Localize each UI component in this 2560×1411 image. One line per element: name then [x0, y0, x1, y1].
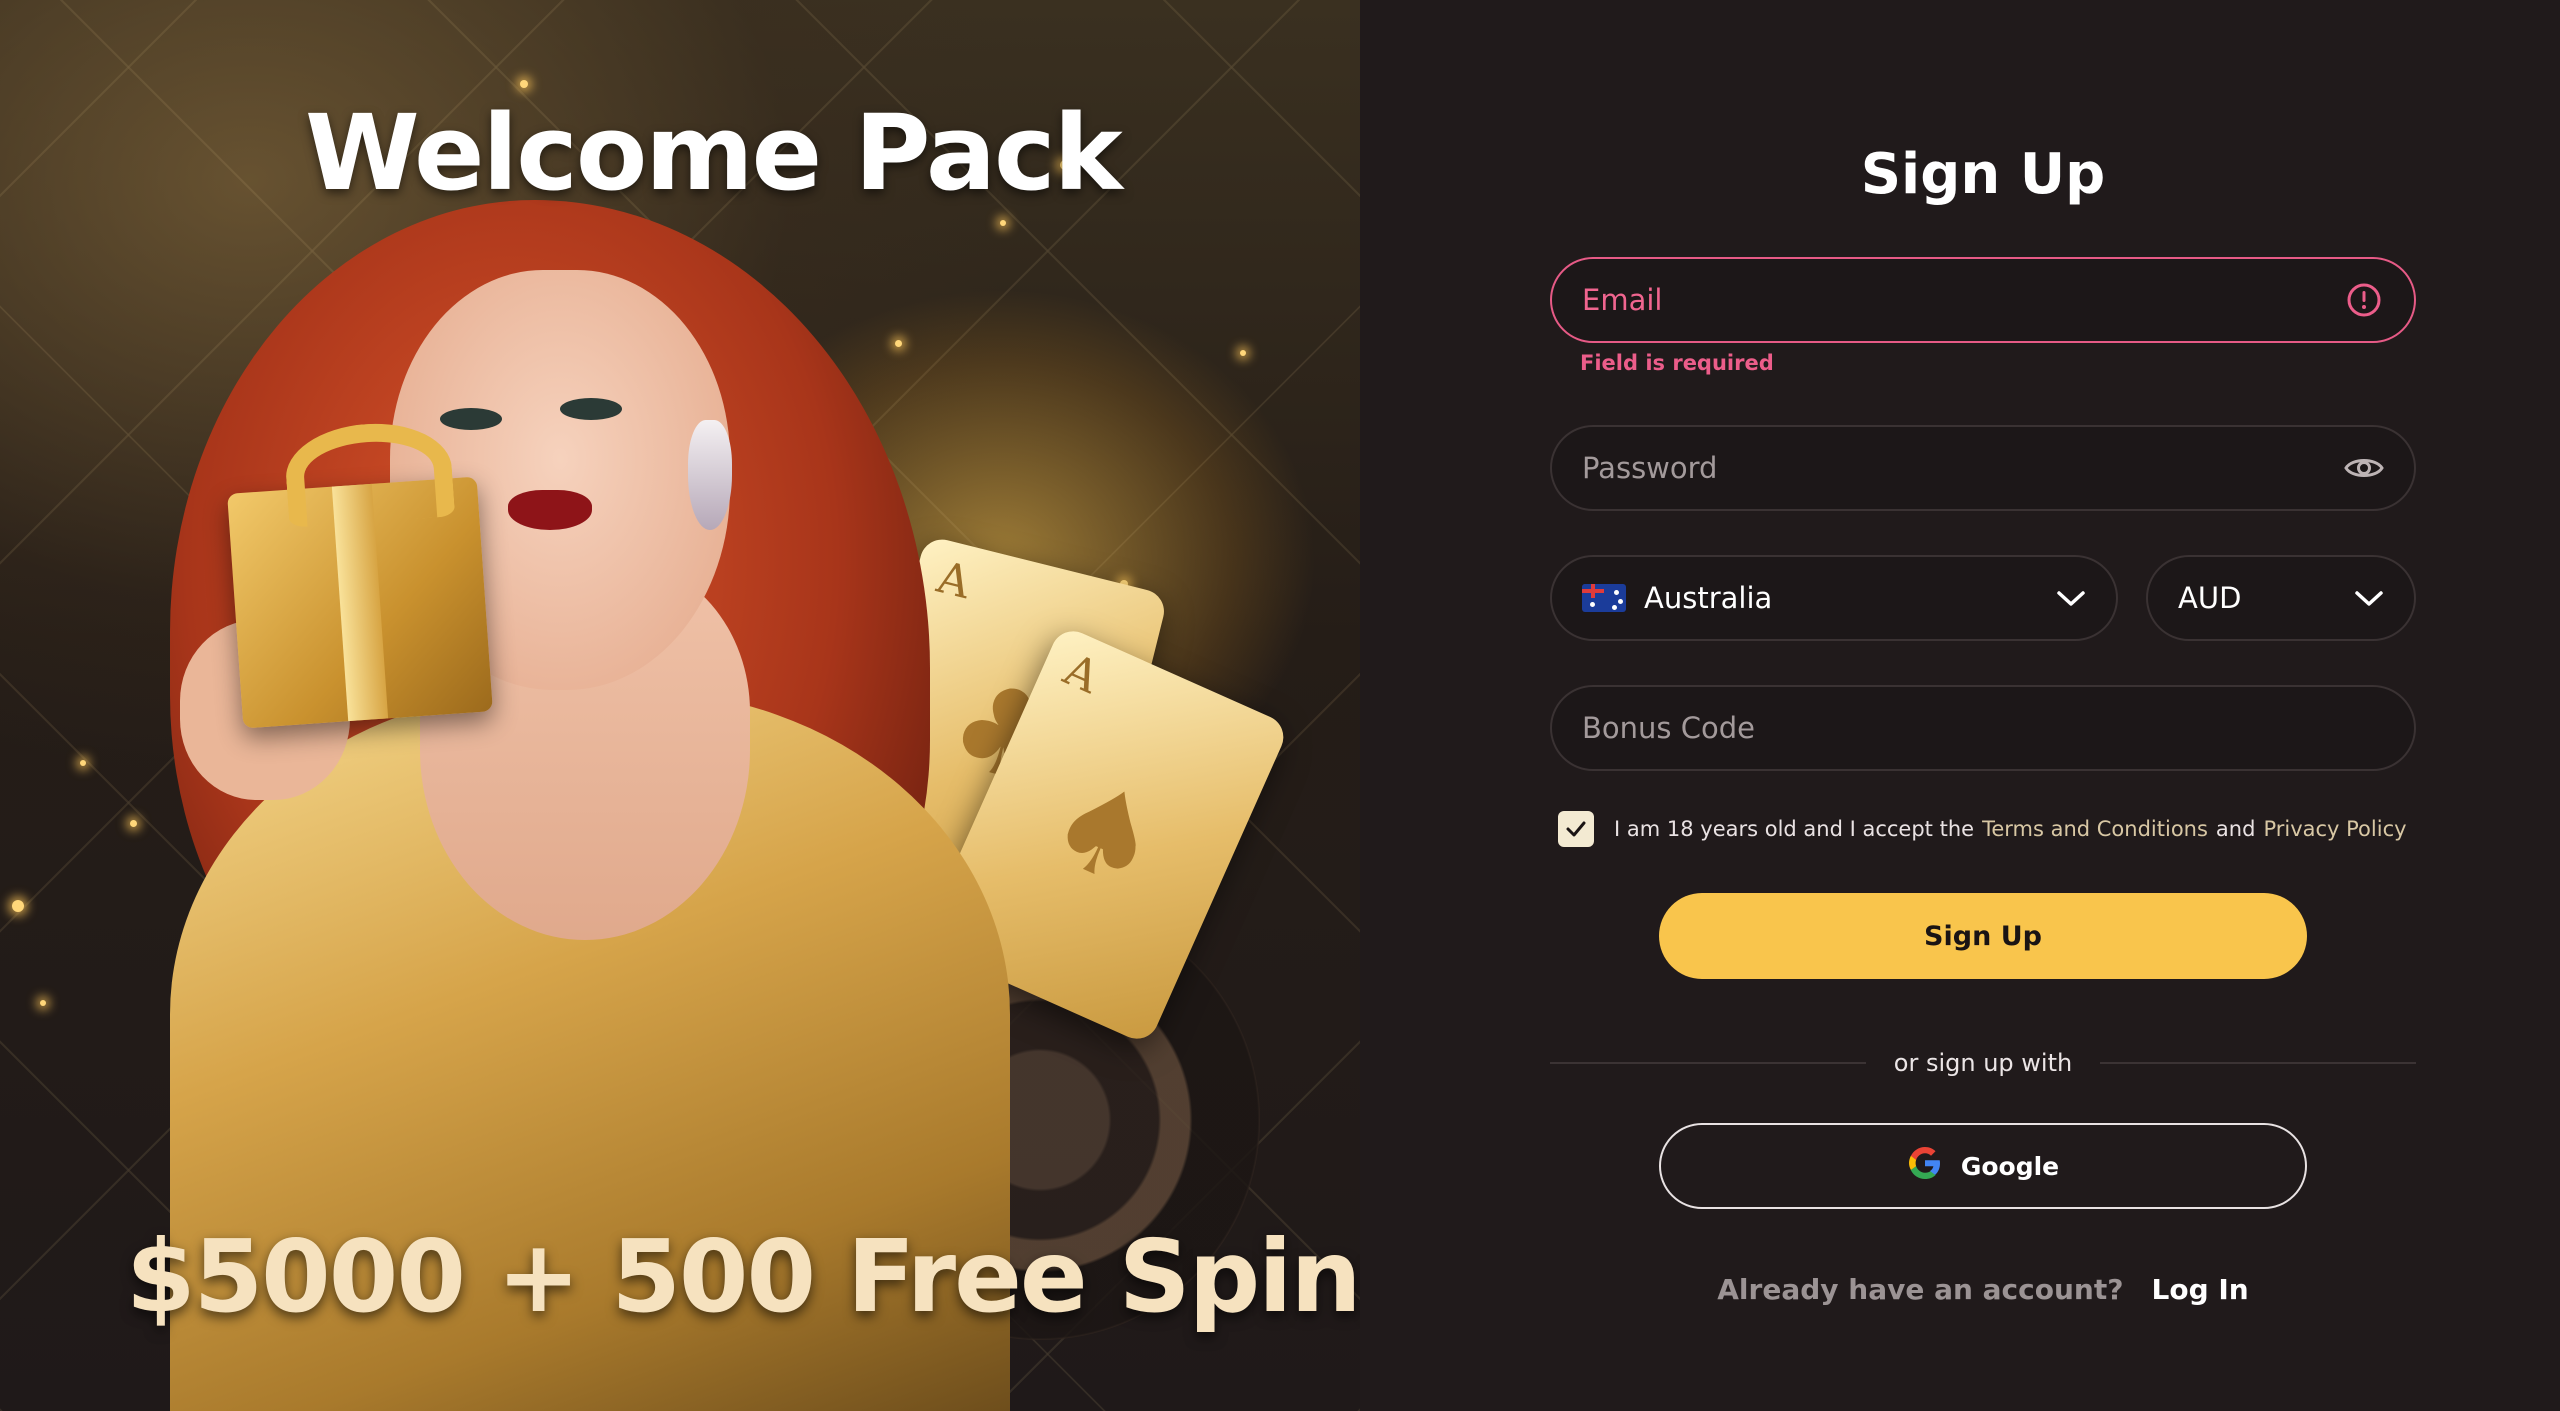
bonus-code-input[interactable]: [1582, 711, 2384, 745]
sparkle: [40, 1000, 46, 1006]
login-prompt: Already have an account? Log In: [1550, 1273, 2416, 1306]
eye-icon[interactable]: [2344, 448, 2384, 488]
divider-text: or sign up with: [1893, 1049, 2073, 1077]
promo-offer: $5000 + 500 Free Spins: [126, 1218, 1360, 1335]
bonus-code-field: [1550, 685, 2416, 771]
sparkle: [520, 80, 528, 88]
form-title: Sign Up: [1860, 142, 2106, 207]
bonus-code-group: [1550, 685, 2416, 771]
email-field-group: Field is required: [1550, 257, 2416, 393]
sign-up-button[interactable]: Sign Up: [1659, 893, 2307, 979]
terms-conjunction: and: [2215, 817, 2256, 841]
password-field-group: [1550, 425, 2416, 511]
chevron-down-icon: [2056, 581, 2086, 615]
google-signup-button[interactable]: Google: [1659, 1123, 2307, 1209]
email-error-message: Field is required: [1580, 351, 1774, 375]
privacy-policy-link[interactable]: Privacy Policy: [2263, 817, 2406, 841]
password-input[interactable]: [1582, 451, 2344, 485]
terms-checkbox[interactable]: [1558, 811, 1594, 847]
chevron-down-icon: [2354, 581, 2384, 615]
signup-page: A ♣ A ♠ Welcome Pack $5000 + 500 Free Spin…: [0, 0, 2560, 1411]
model-eye: [440, 408, 502, 430]
promo-headline: Welcome Pack: [305, 92, 1123, 214]
terms-consent: I am 18 years old and I accept the Terms…: [1550, 811, 2416, 847]
check-icon: [1566, 821, 1586, 837]
google-button-label: Google: [1960, 1151, 2060, 1181]
model-lips: [508, 490, 592, 530]
sparkle: [130, 820, 137, 827]
sparkle: [895, 340, 902, 347]
alert-circle-icon: [2344, 280, 2384, 320]
model-eye: [560, 398, 622, 420]
earring-illustration: [688, 420, 732, 530]
sparkle: [1000, 220, 1006, 226]
terms-text: I am 18 years old and I accept the: [1614, 817, 1975, 841]
divider-line: [2100, 1062, 2417, 1064]
sparkle: [1240, 350, 1246, 356]
locale-row: Australia AUD: [1550, 555, 2416, 641]
gift-box-illustration: [227, 476, 493, 729]
currency-select-value: AUD: [2178, 581, 2242, 615]
log-in-link[interactable]: Log In: [2151, 1273, 2248, 1306]
email-field: [1550, 257, 2416, 343]
password-field: [1550, 425, 2416, 511]
social-divider: or sign up with: [1550, 1049, 2417, 1077]
google-icon: [1907, 1145, 1943, 1187]
promo-banner: A ♣ A ♠ Welcome Pack $5000 + 500 Free Spin…: [0, 0, 1360, 1411]
sparkle: [80, 760, 86, 766]
australia-flag-icon: [1582, 584, 1626, 612]
currency-select[interactable]: AUD: [2146, 555, 2416, 641]
terms-link[interactable]: Terms and Conditions: [1982, 817, 2208, 841]
country-select-value: Australia: [1644, 581, 1773, 615]
email-input[interactable]: [1582, 283, 2344, 317]
login-prompt-text: Already have an account?: [1717, 1273, 2124, 1306]
country-select[interactable]: Australia: [1550, 555, 2118, 641]
divider-line: [1550, 1062, 1866, 1064]
sparkle: [12, 900, 24, 912]
signup-form: Sign Up Field is required: [1550, 130, 2417, 1306]
